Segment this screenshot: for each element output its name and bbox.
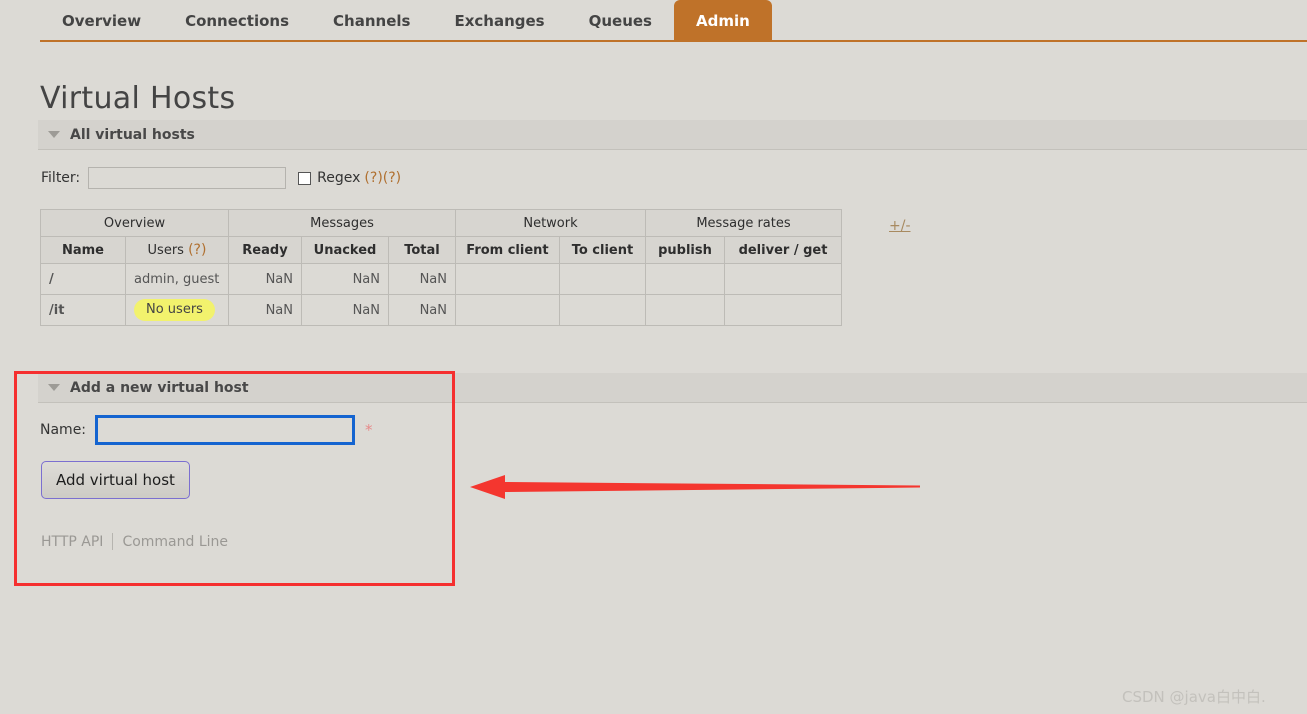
table-row[interactable]: /it No users NaN NaN NaN (40, 294, 842, 326)
virtual-hosts-table: Overview Messages Network Message rates … (40, 209, 842, 326)
cell-rate-publish (645, 294, 725, 326)
nav-underline (40, 40, 1307, 42)
add-virtual-host-button[interactable]: Add virtual host (41, 461, 190, 499)
column-header-total[interactable]: Total (388, 236, 456, 264)
cell-network-from-client (455, 263, 560, 295)
nav-tab-channels[interactable]: Channels (311, 0, 432, 40)
column-header-users[interactable]: Users (?) (125, 236, 229, 264)
filter-input[interactable] (88, 167, 287, 189)
nav-tab-connections[interactable]: Connections (163, 0, 311, 40)
cell-network-to-client (558, 263, 647, 295)
group-header-messages: Messages (228, 209, 456, 237)
cell-messages-ready: NaN (228, 263, 302, 295)
cell-vhost-name[interactable]: / (40, 263, 126, 295)
table-column-header-row: Name Users (?) Ready Unacked Total From … (40, 236, 842, 264)
column-header-ready[interactable]: Ready (228, 236, 302, 264)
column-toggle-button[interactable]: +/- (889, 218, 911, 234)
cell-messages-unacked: NaN (301, 294, 389, 326)
cell-messages-ready: NaN (228, 294, 302, 326)
annotation-arrow-icon (470, 475, 920, 499)
nav-tab-admin[interactable]: Admin (673, 0, 772, 40)
column-header-name[interactable]: Name (40, 236, 126, 264)
regex-label: Regex (317, 170, 361, 186)
watermark-text: CSDN @java白中白. (1122, 688, 1266, 706)
no-users-badge: No users (134, 299, 215, 321)
cell-rate-deliver-get (724, 263, 842, 295)
group-header-overview: Overview (40, 209, 229, 237)
cell-rate-publish (645, 263, 725, 295)
cell-rate-deliver-get (724, 294, 842, 326)
column-header-deliver-get[interactable]: deliver / get (724, 236, 842, 264)
name-field-row: Name: * (40, 415, 373, 445)
group-header-network: Network (455, 209, 646, 237)
cell-messages-total: NaN (388, 263, 456, 295)
column-header-users-label: Users (147, 243, 184, 258)
cell-messages-unacked: NaN (301, 263, 389, 295)
filter-row: Filter: Regex (?) (?) (41, 165, 401, 191)
group-header-message-rates: Message rates (645, 209, 842, 237)
column-header-from-client[interactable]: From client (455, 236, 560, 264)
chevron-down-icon (48, 384, 60, 391)
cell-network-from-client (455, 294, 560, 326)
section-header-add-virtual-host[interactable]: Add a new virtual host (38, 373, 1307, 403)
main-navigation: Overview Connections Channels Exchanges … (0, 0, 1307, 42)
http-api-link[interactable]: HTTP API (41, 534, 103, 550)
cell-network-to-client (558, 294, 647, 326)
name-input[interactable] (95, 415, 356, 445)
command-line-link[interactable]: Command Line (122, 534, 228, 550)
required-marker: * (365, 421, 373, 439)
chevron-down-icon (48, 131, 60, 138)
users-help-icon[interactable]: (?) (188, 242, 206, 258)
page-title: Virtual Hosts (40, 81, 236, 117)
column-header-unacked[interactable]: Unacked (301, 236, 389, 264)
cell-vhost-users: admin, guest (125, 263, 229, 295)
filter-label: Filter: (41, 170, 81, 186)
nav-tab-exchanges[interactable]: Exchanges (432, 0, 566, 40)
column-header-publish[interactable]: publish (645, 236, 725, 264)
regex-help-icon-1[interactable]: (?) (364, 170, 382, 186)
regex-help-icon-2[interactable]: (?) (383, 170, 401, 186)
table-row[interactable]: / admin, guest NaN NaN NaN (40, 263, 842, 295)
section-label-add-virtual-host: Add a new virtual host (70, 380, 249, 396)
link-divider (112, 533, 114, 550)
add-virtual-host-form: Name: * Add virtual host HTTP API Comman… (40, 415, 373, 550)
nav-tab-overview[interactable]: Overview (40, 0, 163, 40)
column-header-to-client[interactable]: To client (558, 236, 647, 264)
api-links-row: HTTP API Command Line (41, 533, 228, 550)
cell-vhost-name[interactable]: /it (40, 294, 126, 326)
nav-tab-list: Overview Connections Channels Exchanges … (40, 0, 772, 42)
table-group-header-row: Overview Messages Network Message rates (40, 209, 842, 237)
section-header-all-virtual-hosts[interactable]: All virtual hosts (38, 120, 1307, 150)
cell-messages-total: NaN (388, 294, 456, 326)
regex-checkbox[interactable] (298, 171, 312, 185)
cell-vhost-users: No users (125, 294, 229, 326)
nav-tab-queues[interactable]: Queues (567, 0, 674, 40)
name-label: Name: (40, 422, 87, 438)
section-label-all-virtual-hosts: All virtual hosts (70, 127, 195, 143)
